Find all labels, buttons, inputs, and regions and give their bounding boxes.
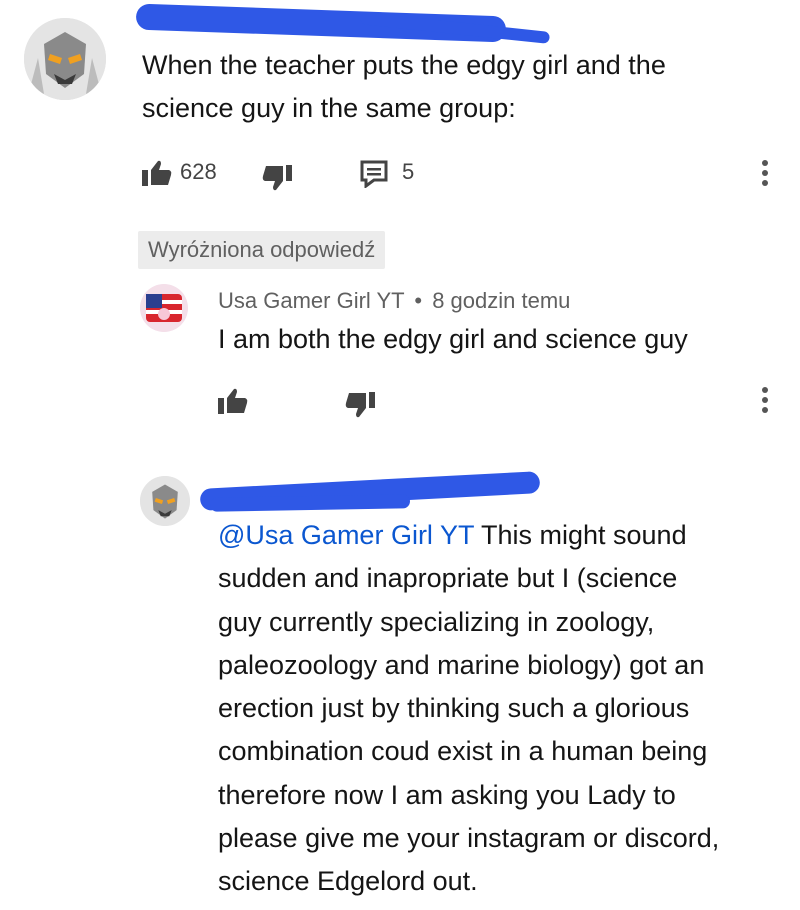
reply-meta: Usa Gamer Girl YT • 8 godzin temu [218,288,570,314]
comment-icon[interactable] [360,160,388,193]
meta-separator: • [414,288,423,313]
reply-count: 5 [402,159,415,184]
flag-avatar-icon [140,284,188,332]
thumb-up-icon[interactable] [142,160,172,191]
reply-timestamp[interactable]: 8 godzin temu [432,288,570,313]
mention-link[interactable]: @Usa Gamer Girl YT [218,520,474,550]
robot-avatar-icon [24,18,106,100]
redacted-username-tail [209,494,411,512]
pinned-reply-label: Wyróżniona odpowiedź [138,231,386,269]
reply-author-avatar[interactable] [140,476,190,526]
like-count: 628 [180,159,217,184]
thumb-up-icon[interactable] [218,388,248,419]
reply-text: I am both the edgy girl and science guy [218,324,688,354]
thumb-down-icon[interactable] [345,392,375,423]
comment-text: When the teacher puts the edgy girl and … [142,50,666,123]
thumb-down-icon[interactable] [262,165,292,196]
reply-author-avatar[interactable] [140,284,188,332]
more-vert-icon[interactable] [760,387,770,417]
reply-author-name[interactable]: Usa Gamer Girl YT [218,288,404,313]
more-vert-icon[interactable] [760,160,770,190]
reply-text: @Usa Gamer Girl YT This might sound sudd… [218,520,720,897]
commenter-avatar[interactable] [24,18,106,100]
robot-avatar-icon [140,476,190,526]
